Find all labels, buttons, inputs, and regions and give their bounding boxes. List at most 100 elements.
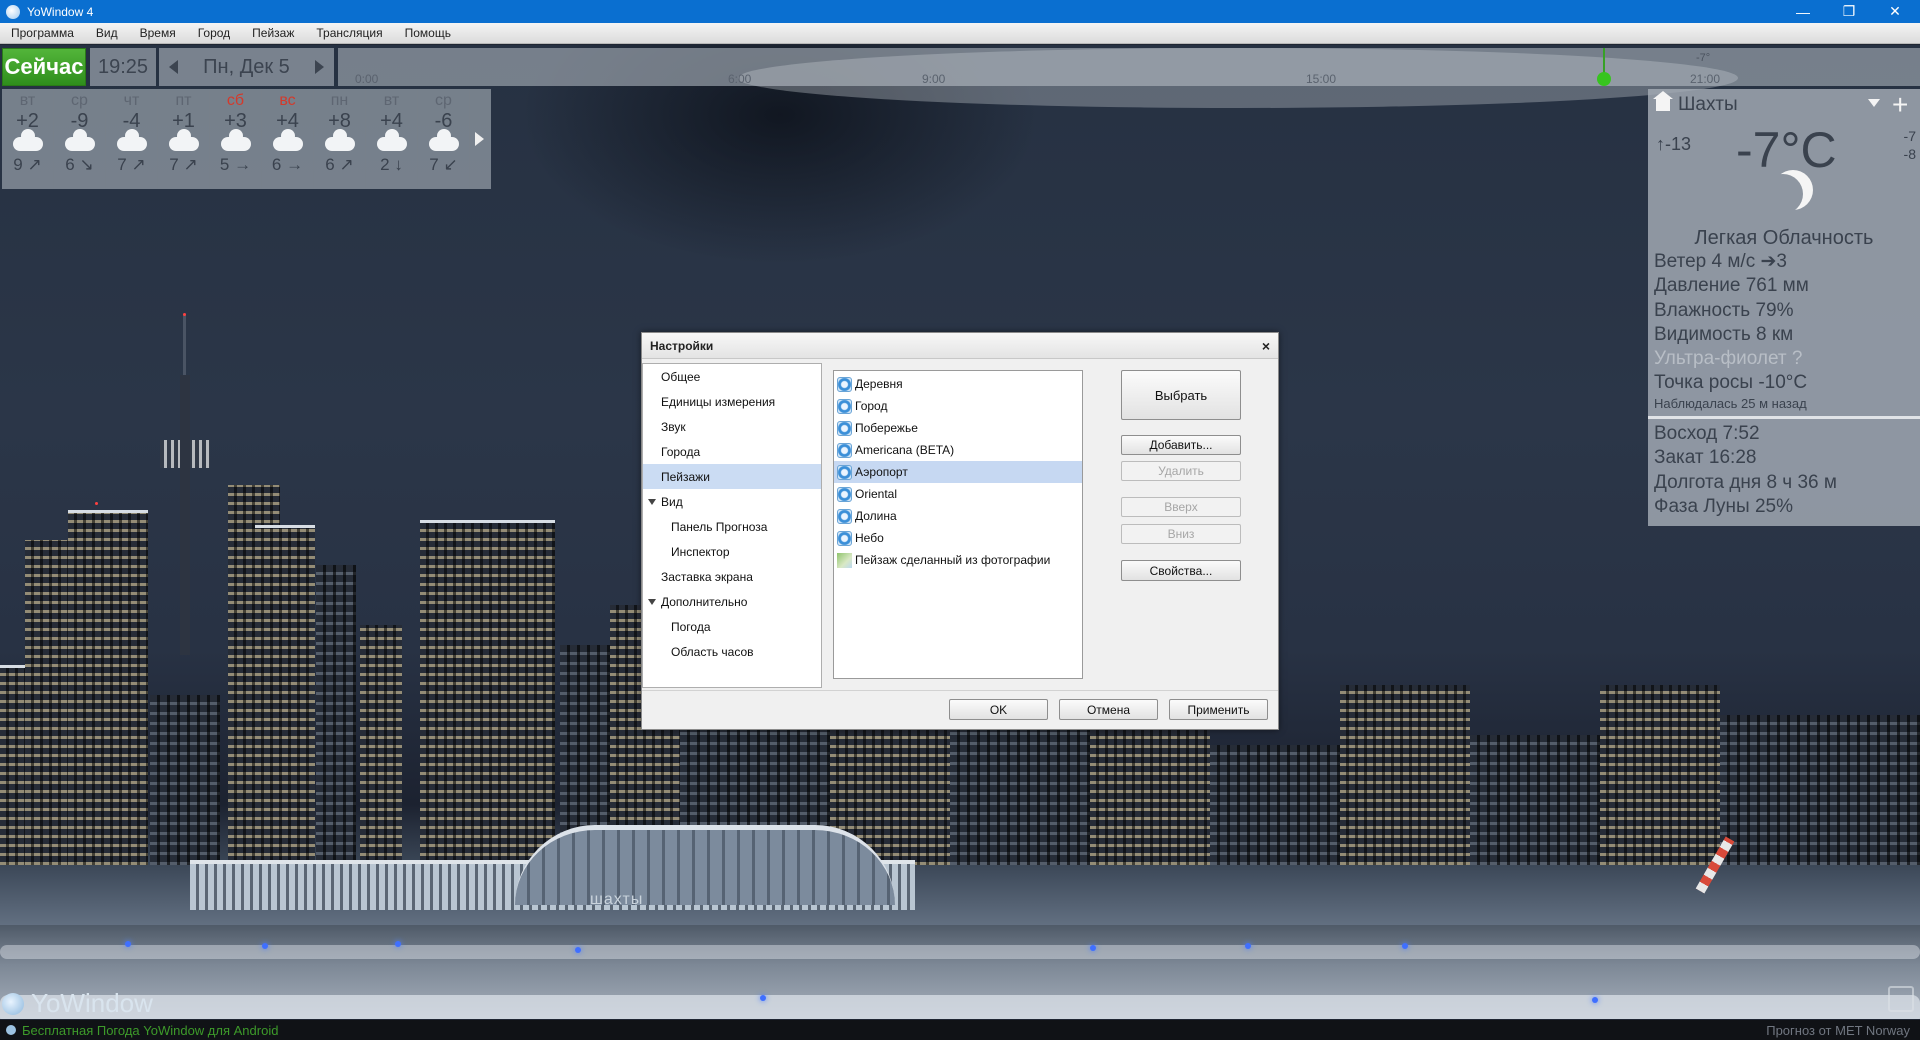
building-light: [95, 502, 98, 505]
apply-button[interactable]: Применить: [1169, 699, 1268, 720]
feels-like-value: -13: [1665, 134, 1692, 154]
yowindow-small-icon: [6, 1025, 16, 1035]
nav-sound[interactable]: Звук: [643, 414, 821, 439]
cancel-button[interactable]: Отмена: [1059, 699, 1158, 720]
menu-broadcast[interactable]: Трансляция: [316, 26, 382, 40]
minimize-button[interactable]: —: [1780, 0, 1826, 23]
forecast-day[interactable]: пн +8 6 ↗: [314, 89, 366, 189]
close-button[interactable]: ✕: [1872, 0, 1918, 23]
add-button[interactable]: Добавить...: [1121, 435, 1241, 455]
forecast-day[interactable]: чт -4 7 ↗: [106, 89, 158, 189]
forecast-wind: 7 ↗: [169, 155, 198, 174]
divider: [1648, 416, 1920, 419]
taxiway-light: [395, 941, 401, 947]
day-timeline[interactable]: 0:00 6:00 9:00 15:00 21:00 -7°: [338, 48, 1920, 108]
uv-row: Ультра-фиолет ?: [1654, 348, 1803, 370]
forecast-day-name: пт: [175, 92, 192, 109]
nav-clock-area[interactable]: Область часов: [643, 639, 821, 664]
forecast-day[interactable]: ср -6 7 ↙: [418, 89, 470, 189]
expand-arrow-icon[interactable]: [648, 598, 656, 605]
add-city-icon[interactable]: +: [1892, 89, 1908, 121]
taxiway-light: [1402, 943, 1408, 949]
forecast-panel: вт +2 9 ↗ ср -9 6 ↘ чт -4 7 ↗ пт +1 7 ↗ …: [2, 89, 491, 189]
nav-inspector[interactable]: Инспектор: [643, 539, 821, 564]
building: [0, 665, 25, 865]
forecast-credit[interactable]: Прогноз от MET Norway: [1766, 1023, 1910, 1038]
sun-arc: [738, 48, 1738, 108]
landscape-item[interactable]: Деревня: [834, 373, 1082, 395]
taxiway-light: [125, 941, 131, 947]
android-promo-link[interactable]: Бесплатная Погода YoWindow для Android: [6, 1023, 278, 1038]
snow-cloud-icon: [428, 129, 459, 151]
yowindow-logo[interactable]: YoWindow: [2, 988, 153, 1019]
nav-cities[interactable]: Города: [643, 439, 821, 464]
nav-weather[interactable]: Погода: [643, 614, 821, 639]
forecast-day[interactable]: вт +4 2 ↓: [366, 89, 418, 189]
forecast-wind: 5 →: [219, 155, 252, 174]
cloud-icon: [64, 129, 95, 151]
landscape-item[interactable]: Небо: [834, 527, 1082, 549]
forecast-day[interactable]: сб +3 5 →: [210, 89, 262, 189]
globe-icon: [837, 486, 852, 502]
nav-units[interactable]: Единицы измерения: [643, 389, 821, 414]
landscape-label: Пейзаж сделанный из фотографии: [855, 553, 1051, 567]
building: [68, 510, 148, 865]
yowindow-logo-icon: [2, 992, 24, 1015]
weather-details: Ветер 4 м/с ➔3 Давление 761 мм Влажность…: [1654, 250, 1809, 411]
move-up-button[interactable]: Вверх: [1121, 497, 1241, 517]
select-button[interactable]: Выбрать: [1121, 370, 1241, 420]
dialog-close-button[interactable]: ×: [1262, 338, 1270, 354]
next-day-icon[interactable]: [314, 60, 324, 74]
terminal-dome: [515, 825, 895, 905]
forecast-next-button[interactable]: [470, 89, 488, 189]
landscape-item[interactable]: Oriental: [834, 483, 1082, 505]
landscape-item[interactable]: Пейзаж сделанный из фотографии: [834, 549, 1082, 571]
menu-city[interactable]: Город: [198, 26, 230, 40]
forecast-day-name: вт: [383, 92, 400, 109]
pressure-row: Давление 761 мм: [1654, 275, 1809, 297]
building: [1720, 715, 1920, 865]
nav-landscapes[interactable]: Пейзажи: [643, 464, 821, 489]
menu-program[interactable]: Программа: [11, 26, 74, 40]
properties-button[interactable]: Свойства...: [1121, 560, 1241, 581]
snow-strip: [0, 995, 1920, 1019]
timeline-tick: 0:00: [355, 72, 379, 86]
expand-arrow-icon[interactable]: [648, 498, 656, 505]
menu-landscape[interactable]: Пейзаж: [252, 26, 294, 40]
nav-general[interactable]: Общее: [643, 364, 821, 389]
nav-view[interactable]: Вид: [643, 489, 821, 514]
delete-button[interactable]: Удалить: [1121, 461, 1241, 481]
observed-time: Наблюдалась 25 м назад: [1654, 395, 1807, 411]
menu-time[interactable]: Время: [140, 26, 176, 40]
globe-icon: [837, 508, 852, 524]
landscape-item[interactable]: Долина: [834, 505, 1082, 527]
landscape-item-selected[interactable]: Аэропорт: [834, 461, 1082, 483]
restore-button[interactable]: ❐: [1826, 0, 1872, 23]
forecast-day[interactable]: пт +1 7 ↗: [158, 89, 210, 189]
forecast-day-name: вс: [279, 92, 296, 109]
nav-forecast-panel[interactable]: Панель Прогноза: [643, 514, 821, 539]
menu-view[interactable]: Вид: [96, 26, 118, 40]
globe-icon: [837, 464, 852, 480]
forecast-day[interactable]: ср -9 6 ↘: [54, 89, 106, 189]
now-button[interactable]: Сейчас: [2, 48, 86, 86]
promo-text: Бесплатная Погода YoWindow для Android: [22, 1022, 279, 1038]
fullscreen-icon[interactable]: [1888, 986, 1914, 1012]
building: [420, 520, 555, 865]
ok-button[interactable]: OK: [949, 699, 1048, 720]
move-down-button[interactable]: Вниз: [1121, 524, 1241, 544]
landscape-item[interactable]: Побережье: [834, 417, 1082, 439]
globe-icon: [837, 442, 852, 458]
landscape-item[interactable]: Americana (BETA): [834, 439, 1082, 461]
forecast-day[interactable]: вс +4 6 →: [262, 89, 314, 189]
time-cursor-handle[interactable]: [1597, 72, 1611, 86]
landscape-item[interactable]: Город: [834, 395, 1082, 417]
forecast-day[interactable]: вт +2 9 ↗: [2, 89, 54, 189]
menu-help[interactable]: Помощь: [405, 26, 451, 40]
globe-icon: [837, 398, 852, 414]
nav-screensaver[interactable]: Заставка экрана: [643, 564, 821, 589]
prev-day-icon[interactable]: [169, 60, 178, 74]
landscape-label: Деревня: [855, 377, 903, 391]
city-dropdown-icon[interactable]: [1868, 99, 1880, 107]
nav-advanced[interactable]: Дополнительно: [643, 589, 821, 614]
